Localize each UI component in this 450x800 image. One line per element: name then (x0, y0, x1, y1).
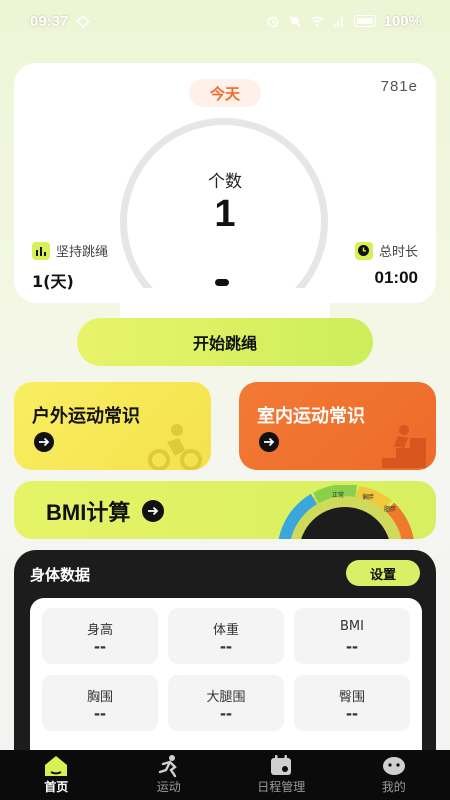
count-value: 1 (214, 193, 236, 235)
bmi-title: BMI计算 (46, 500, 131, 525)
gauge-label-normal: 正常 (332, 491, 344, 499)
cell-value: -- (220, 703, 232, 723)
duration-value: 01:00 (374, 268, 418, 287)
streak-label: 坚持跳绳 (56, 245, 109, 260)
indoor-sports-title: 室内运动常识 (257, 406, 365, 427)
bmi-cell[interactable]: BMI -- (294, 608, 410, 664)
streak-value: 1(天) (32, 272, 74, 291)
cell-value: -- (220, 636, 232, 656)
nav-label: 日程管理 (257, 780, 306, 794)
duration-stat: 总时长 (354, 241, 418, 260)
indoor-sports-card[interactable]: 室内运动常识 (239, 382, 436, 470)
body-data-title: 身体数据 (30, 566, 91, 584)
outdoor-sports-title: 户外运动常识 (32, 406, 140, 427)
outdoor-sports-card[interactable]: 户外运动常识 (14, 382, 211, 470)
bottom-navigation: 首页 运动 日程管理 我的 (0, 750, 450, 800)
nav-label: 运动 (156, 780, 181, 794)
arrow-right-icon (34, 432, 54, 452)
cell-value: -- (346, 703, 358, 723)
gauge-label-overweight: 偏胖 (362, 493, 374, 501)
battery-icon (353, 15, 376, 27)
nav-label: 首页 (44, 780, 69, 794)
cell-value: -- (94, 703, 106, 723)
cell-value: -- (346, 636, 358, 656)
wifi-icon (310, 16, 323, 27)
runner-icon (158, 755, 177, 778)
thigh-cell[interactable]: 大腿围 -- (168, 675, 284, 731)
start-jump-rope-button[interactable]: 开始跳绳 (77, 318, 373, 366)
body-data-grid: 身高 -- 体重 -- BMI -- 胸围 -- 大腿围 -- 臀围 -- (30, 598, 422, 760)
signal-icon (333, 17, 343, 27)
nav-item-profile[interactable]: 我的 (338, 750, 450, 800)
weight-cell[interactable]: 体重 -- (168, 608, 284, 664)
arrow-right-icon (142, 500, 165, 522)
stairs-runner-icon (366, 425, 426, 468)
mute-icon (288, 14, 301, 28)
streak-stat: 坚持跳绳 (32, 241, 108, 260)
chest-cell[interactable]: 胸围 -- (42, 675, 158, 731)
arrow-right-icon (259, 432, 279, 452)
height-cell[interactable]: 身高 -- (42, 608, 158, 664)
cell-label: BMI (340, 619, 364, 634)
nav-item-sports[interactable]: 运动 (113, 750, 226, 800)
nav-label: 我的 (381, 780, 406, 794)
bar-chart-icon (32, 241, 50, 260)
sync-icon (76, 14, 90, 28)
cyclist-icon (148, 424, 202, 470)
body-data-panel: 身体数据 设置 身高 -- 体重 -- BMI -- 胸围 -- 大腿围 -- … (14, 550, 436, 760)
bmi-calculator-banner[interactable]: BMI计算 正常 偏胖 肥胖 (14, 481, 436, 539)
duration-label: 总时长 (378, 245, 418, 260)
clock-icon (354, 241, 373, 260)
battery-level: 100% (383, 12, 422, 30)
gauge-label-obese: 肥胖 (384, 505, 396, 513)
bmi-gauge-icon: 正常 偏胖 肥胖 (278, 485, 414, 539)
nav-item-home[interactable]: 首页 (0, 750, 113, 800)
cell-value: -- (94, 636, 106, 656)
today-tab[interactable]: 今天 (189, 79, 261, 107)
nav-item-schedule[interactable]: 日程管理 (225, 750, 338, 800)
status-time: 09:37 (30, 12, 69, 30)
status-bar: 09:37 100% (0, 0, 450, 42)
progress-indicator (215, 279, 229, 286)
jump-rope-summary-card: 今天 781e 个数 1 坚持跳绳 1(天) 总时长 01:00 (14, 63, 436, 348)
count-label: 个数 (208, 172, 242, 192)
alarm-icon (267, 16, 279, 27)
settings-button[interactable]: 设置 (346, 560, 420, 586)
hip-cell[interactable]: 臀围 -- (294, 675, 410, 731)
calendar-icon (271, 755, 292, 775)
device-id: 781e (380, 78, 418, 95)
bmi-title-group: BMI计算 (46, 495, 165, 527)
profile-icon (382, 757, 405, 775)
home-icon (45, 756, 68, 776)
